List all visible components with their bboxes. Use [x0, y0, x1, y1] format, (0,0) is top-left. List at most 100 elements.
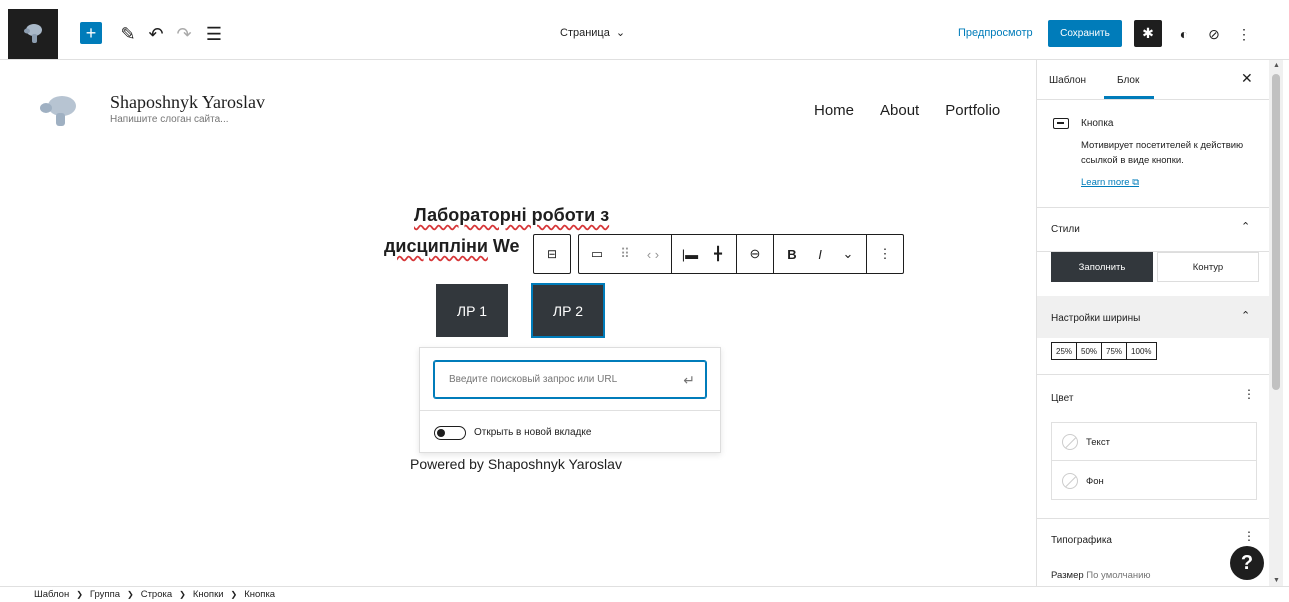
vertical-dots-icon[interactable]: ⋮	[1243, 387, 1255, 401]
color-background-item[interactable]: Фон	[1052, 462, 1256, 500]
width-25-button[interactable]: 25%	[1051, 342, 1078, 360]
redo-button[interactable]: ↷	[172, 22, 196, 46]
toolbar-group-format: B I ⌄	[774, 235, 867, 273]
performance-button[interactable]: ⊘	[1202, 22, 1226, 46]
document-title-dropdown[interactable]: Страница ⌄	[560, 26, 625, 40]
more-formats-button[interactable]: ⌄	[834, 235, 862, 273]
settings-button[interactable]: ✱	[1134, 20, 1162, 47]
site-title[interactable]: Shaposhnyk Yaroslav	[110, 92, 265, 113]
scrollbar-thumb[interactable]	[1272, 74, 1280, 390]
site-logo-image[interactable]	[34, 92, 82, 128]
breadcrumb-item[interactable]: Строка	[141, 589, 172, 600]
chevron-up-icon: ⌃	[1241, 221, 1251, 233]
redo-icon: ↷	[176, 23, 192, 44]
chevron-up-icon: ⌃	[1241, 310, 1251, 322]
color-background-label: Фон	[1086, 476, 1104, 487]
vertical-dots-icon: ⋮	[878, 246, 892, 261]
italic-icon: I	[818, 246, 822, 262]
block-description: Мотивирует посетителей к действию ссылко…	[1081, 140, 1244, 166]
breadcrumb: Шаблон ❯ Группа ❯ Строка ❯ Кнопки ❯ Кноп…	[0, 586, 1289, 602]
buttons-block-icon: ⊟	[546, 247, 558, 261]
size-label: Размер	[1051, 570, 1084, 581]
empty-swatch-icon	[1062, 473, 1078, 489]
width-50-button[interactable]: 50%	[1076, 342, 1103, 360]
navigation: Home About Portfolio	[814, 102, 1000, 119]
scroll-up-icon[interactable]: ▲	[1273, 62, 1280, 69]
lab-button-2[interactable]: ЛР 2	[531, 283, 605, 338]
chevron-right-icon: ❯	[230, 590, 238, 599]
question-icon: ?	[1240, 551, 1254, 574]
empty-swatch-icon	[1062, 434, 1078, 450]
breadcrumb-item[interactable]: Кнопки	[193, 589, 224, 600]
help-button[interactable]: ?	[1230, 546, 1264, 580]
button-block-type-button[interactable]: ▭	[583, 235, 611, 273]
move-arrows-button[interactable]: ‹ ›	[639, 235, 667, 273]
new-tab-toggle[interactable]	[434, 426, 466, 440]
chevron-left-right-icon: ‹ ›	[646, 246, 660, 262]
block-title: Кнопка	[1081, 118, 1114, 129]
tab-block[interactable]: Блок	[1117, 75, 1139, 86]
plus-icon: +	[85, 22, 97, 43]
block-options-button[interactable]: ⋮	[871, 235, 899, 273]
chevron-right-icon: ❯	[179, 590, 186, 599]
nav-item-portfolio[interactable]: Portfolio	[945, 102, 1000, 119]
drag-icon: ⠿	[620, 246, 630, 261]
save-button[interactable]: Сохранить	[1048, 20, 1122, 47]
width-options: 25% 50% 75% 100%	[1051, 342, 1157, 360]
block-editor: + ✎ ↶ ↷ ☰ Страница ⌄ Предпросмотр Сохран…	[0, 0, 1289, 602]
list-view-button[interactable]: ☰	[202, 22, 226, 46]
vertical-dots-icon[interactable]: ⋮	[1243, 529, 1255, 543]
breadcrumb-item[interactable]: Группа	[90, 589, 120, 600]
sidebar-tabs: Шаблон Блок ✕	[1037, 60, 1269, 100]
chevron-down-icon: ⌄	[842, 246, 854, 261]
editor-canvas: Shaposhnyk Yaroslav Напишите слоган сайт…	[0, 60, 1036, 586]
drag-handle[interactable]: ⠿	[611, 235, 639, 273]
bold-button[interactable]: B	[778, 235, 806, 273]
lab-button-1[interactable]: ЛР 1	[436, 284, 508, 337]
tab-template[interactable]: Шаблон	[1049, 75, 1086, 86]
styles-button[interactable]: ◐	[1172, 22, 1196, 46]
nav-item-home[interactable]: Home	[814, 102, 854, 119]
block-toolbar: ▭ ⠿ ‹ › |▬ ╋ ⊖ B I ⌄ ⋮	[578, 234, 904, 274]
scroll-down-icon[interactable]: ▼	[1273, 577, 1280, 584]
color-text-item[interactable]: Текст	[1052, 423, 1256, 461]
breadcrumb-item[interactable]: Кнопка	[244, 589, 275, 600]
vertical-align-button[interactable]: ╋	[704, 235, 732, 273]
button-block-icon: ▭	[590, 246, 604, 261]
styles-title: Стили	[1051, 224, 1080, 235]
learn-more-link[interactable]: Learn more ⧉	[1081, 177, 1139, 188]
sidebar-scrollbar[interactable]: ▲ ▼	[1269, 60, 1283, 586]
top-toolbar: + ✎ ↶ ↷ ☰ Страница ⌄ Предпросмотр Сохран…	[0, 0, 1289, 60]
toolbar-group-options: ⋮	[867, 235, 903, 273]
font-size-row: Размер По умолчанию	[1051, 570, 1151, 581]
color-panel-header: Цвет ⋮	[1037, 374, 1269, 416]
pencil-icon: ✎	[120, 23, 136, 44]
site-logo-button[interactable]	[8, 9, 58, 59]
toolbar-group-link: ⊖	[737, 235, 774, 273]
style-outline-option[interactable]: Контур	[1157, 252, 1259, 282]
select-parent-button[interactable]: ⊟	[533, 234, 571, 274]
link-button[interactable]: ⊖	[741, 235, 769, 273]
styles-panel-header[interactable]: Стили ⌃	[1037, 208, 1269, 252]
chevron-right-icon: ❯	[127, 590, 134, 599]
undo-button[interactable]: ↶	[144, 22, 168, 46]
width-75-button[interactable]: 75%	[1101, 342, 1128, 360]
width-100-button[interactable]: 100%	[1126, 342, 1157, 360]
enter-icon[interactable]: ↵	[683, 372, 695, 389]
nav-item-about[interactable]: About	[880, 102, 919, 119]
url-search-input[interactable]: Введите поисковый запрос или URL ↵	[434, 361, 706, 398]
italic-button[interactable]: I	[806, 235, 834, 273]
style-fill-option[interactable]: Заполнить	[1051, 252, 1153, 282]
breadcrumb-item[interactable]: Шаблон	[34, 589, 69, 600]
bust-icon	[24, 24, 42, 43]
site-tagline[interactable]: Напишите слоган сайта...	[110, 114, 229, 125]
options-menu-button[interactable]: ⋮	[1232, 22, 1256, 46]
width-panel-header[interactable]: Настройки ширины ⌃	[1037, 296, 1269, 338]
tools-button[interactable]: ✎	[116, 22, 140, 46]
preview-button[interactable]: Предпросмотр	[958, 27, 1033, 39]
add-block-button[interactable]: +	[80, 22, 102, 44]
compass-icon: ⊘	[1208, 25, 1220, 42]
justify-left-button[interactable]: |▬	[676, 235, 704, 273]
close-icon[interactable]: ✕	[1241, 70, 1253, 87]
footer-credit[interactable]: Powered by Shaposhnyk Yaroslav	[410, 456, 622, 472]
